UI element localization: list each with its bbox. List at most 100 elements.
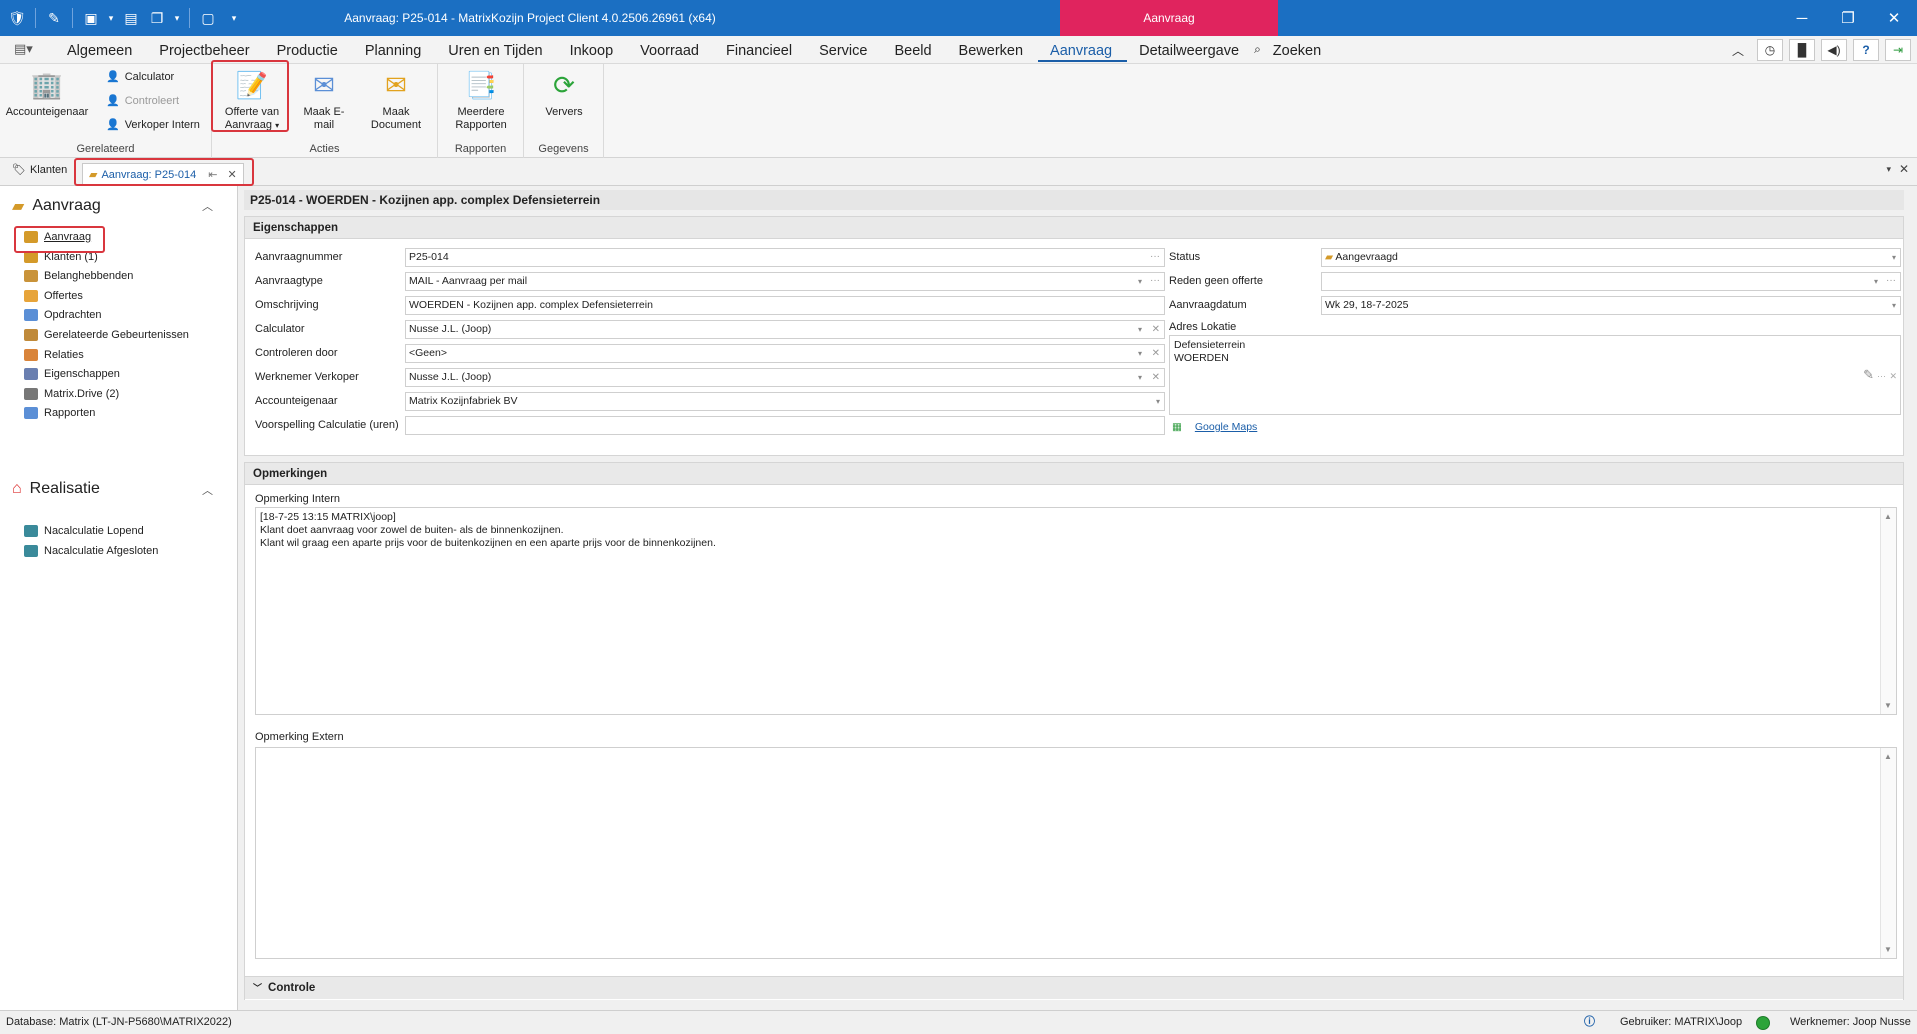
sidebar-item-belanghebbenden[interactable]: Belanghebbenden [24, 270, 133, 283]
aanvraagdatum-picker[interactable]: Wk 29, 18-7-2025 ▾ [1321, 296, 1901, 315]
highlight-sidebar-aanvraag [14, 226, 105, 253]
chart-icon[interactable]: ▐▌ [1789, 39, 1815, 61]
google-maps-link[interactable]: Google Maps [1195, 421, 1257, 433]
group-acties: 📝 Offerte van Aanvraag ▾ ✉ Maak E-mail ✉… [211, 60, 438, 158]
clear-icon[interactable]: ✕ [1152, 321, 1160, 338]
clear-icon[interactable]: ✕ [1889, 370, 1897, 383]
scroll-up-icon[interactable]: ▲ [1884, 510, 1892, 523]
ellipsis-icon[interactable]: ··· [1886, 272, 1896, 289]
chevron-down-icon[interactable]: ▾ [1138, 321, 1142, 338]
menu-tab-algemeen[interactable]: Algemeen [55, 42, 147, 62]
menu-tab-beeld[interactable]: Beeld [882, 42, 946, 62]
maak-document-button[interactable]: ✉ Maak Document [356, 68, 436, 132]
maak-email-button[interactable]: ✉ Maak E-mail [294, 68, 354, 132]
sidebar-section-aanvraag[interactable]: ▰ Aanvraag ︿ [12, 196, 232, 216]
menu-tab-uren-en-tijden[interactable]: Uren en Tijden [436, 42, 557, 62]
accounteigenaar-select[interactable]: Matrix Kozijnfabriek BV ▾ [405, 392, 1165, 411]
voorspelling-field[interactable] [405, 416, 1165, 435]
vertical-scrollbar[interactable]: ▲ ▼ [1880, 748, 1896, 958]
close-icon[interactable]: ✕ [1871, 0, 1917, 36]
sidebar-item-icon [24, 270, 38, 283]
speaker-icon[interactable]: ◀) [1821, 39, 1847, 61]
tab-klanten[interactable]: 🏷 Klanten [12, 163, 67, 177]
sidebar-item-nacalculatie-lopend[interactable]: Nacalculatie Lopend [24, 525, 144, 537]
calculator-select[interactable]: Nusse J.L. (Joop) ▾ ✕ [405, 320, 1165, 339]
reden-geen-offerte-select[interactable]: ▾ ··· [1321, 272, 1901, 291]
chevron-down-icon[interactable]: ▾ [1892, 249, 1896, 266]
chevron-up-icon[interactable]: ︿ [202, 482, 213, 498]
menu-tab-planning[interactable]: Planning [353, 42, 436, 62]
menu-tab-bewerken[interactable]: Bewerken [947, 42, 1038, 62]
ellipsis-icon[interactable]: ··· [1150, 272, 1160, 289]
aanvraagnummer-field[interactable]: P25-014 ··· [405, 248, 1165, 267]
menu-tab-service[interactable]: Service [807, 42, 882, 62]
google-maps-row: ▦ Google Maps [1169, 419, 1901, 441]
main-content: P25-014 - WOERDEN - Kozijnen app. comple… [240, 186, 1917, 1010]
menu-tab-detailweergave[interactable]: Detailweergave [1127, 42, 1254, 62]
menu-tab-voorraad[interactable]: Voorraad [628, 42, 714, 62]
sidebar-section-realisatie[interactable]: ⌂ Realisatie ︿ [12, 480, 232, 498]
collapse-ribbon-icon[interactable]: ︿ [1725, 39, 1751, 61]
sidebar-item-relaties[interactable]: Relaties [24, 348, 84, 361]
controle-section[interactable]: ﹀ Controle [244, 976, 1904, 1000]
clear-icon[interactable]: ✕ [1152, 369, 1160, 386]
menu-tab-inkoop[interactable]: Inkoop [558, 42, 629, 62]
accounteigenaar-button[interactable]: 🏢 Accounteigenaar [4, 68, 90, 119]
context-tab-header: Aanvraag [1060, 0, 1278, 36]
chevron-down-icon[interactable]: ▾ [1138, 369, 1142, 386]
label-voorspelling: Voorspelling Calculatie (uren) [255, 419, 399, 431]
adres-lokatie-memo[interactable]: Defensieterrein WOERDEN ✎ ··· ✕ [1169, 335, 1901, 415]
vertical-scrollbar[interactable]: ▲ ▼ [1880, 508, 1896, 714]
opmerking-extern-memo[interactable]: ▲ ▼ [255, 747, 1897, 959]
ellipsis-icon[interactable]: ··· [1877, 370, 1886, 383]
ververs-button[interactable]: ⟳ Ververs [532, 68, 596, 119]
scroll-down-icon[interactable]: ▼ [1884, 699, 1892, 712]
person-icon: 👤 [106, 95, 120, 107]
sidebar-item-rapporten[interactable]: Rapporten [24, 407, 95, 420]
scroll-up-icon[interactable]: ▲ [1884, 750, 1892, 763]
chevron-down-icon[interactable]: ▾ [1138, 345, 1142, 362]
section-header[interactable]: ﹀ Controle [245, 977, 1903, 999]
werknemer-verkoper-select[interactable]: Nusse J.L. (Joop) ▾ ✕ [405, 368, 1165, 387]
sidebar-item-offertes[interactable]: Offertes [24, 289, 83, 302]
menu-tab-productie[interactable]: Productie [265, 42, 353, 62]
clear-icon[interactable]: ✕ [1152, 345, 1160, 362]
scroll-down-icon[interactable]: ▼ [1884, 943, 1892, 956]
controleren-door-select[interactable]: <Geen> ▾ ✕ [405, 344, 1165, 363]
close-all-icon[interactable]: ✕ [1899, 162, 1909, 176]
help-icon[interactable]: ? [1853, 39, 1879, 61]
chevron-down-icon[interactable]: ▾ [1874, 273, 1878, 290]
menu-tab-zoeken[interactable]: Zoeken [1261, 42, 1336, 62]
opmerking-intern-memo[interactable]: [18-7-25 13:15 MATRIX\joop] Klant doet a… [255, 507, 1897, 715]
restore-icon[interactable]: ❐ [1825, 0, 1871, 36]
menu-tab-aanvraag[interactable]: Aanvraag [1038, 42, 1128, 62]
menu-tab-financieel[interactable]: Financieel [714, 42, 807, 62]
app-menu-icon[interactable]: ▤▾ [14, 41, 33, 57]
menu-tab-projectbeheer[interactable]: Projectbeheer [147, 42, 264, 62]
controleert-button[interactable]: 👤 Controleert [106, 94, 179, 108]
status-select[interactable]: ▰ Aangevraagd ▾ [1321, 248, 1901, 267]
aanvraagtype-select[interactable]: MAIL - Aanvraag per mail ▾ ··· [405, 272, 1165, 291]
calculator-button[interactable]: 👤 Calculator [106, 70, 174, 84]
sidebar-item-gerelateerde-gebeurtenissen[interactable]: Gerelateerde Gebeurtenissen [24, 329, 189, 341]
verkoper-intern-button[interactable]: 👤 Verkoper Intern [106, 118, 200, 132]
exit-icon[interactable]: ⇥ [1885, 39, 1911, 61]
minimize-icon[interactable]: ─ [1779, 0, 1825, 36]
section-header: Eigenschappen [245, 217, 1903, 239]
meerdere-rapporten-button[interactable]: 📑 Meerdere Rapporten [442, 68, 520, 132]
sidebar-item-matrix-drive-2[interactable]: Matrix.Drive (2) [24, 387, 119, 400]
sidebar-item-nacalculatie-afgesloten[interactable]: Nacalculatie Afgesloten [24, 544, 158, 557]
edit-pencil-icon[interactable]: ✎ [1863, 368, 1874, 381]
omschrijving-field[interactable]: WOERDEN - Kozijnen app. complex Defensie… [405, 296, 1165, 315]
chevron-down-icon[interactable]: ▾ [1156, 393, 1160, 410]
folder-icon: ▰ [12, 198, 25, 215]
info-icon[interactable]: ⓘ [1584, 1011, 1595, 1033]
chevron-up-icon[interactable]: ︿ [202, 198, 213, 214]
ellipsis-icon[interactable]: ··· [1150, 248, 1160, 265]
clock-icon[interactable]: ◷ [1757, 39, 1783, 61]
tab-list-icon[interactable]: ▾ [1886, 164, 1891, 175]
sidebar-item-opdrachten[interactable]: Opdrachten [24, 309, 101, 322]
chevron-down-icon[interactable]: ▾ [1138, 273, 1142, 290]
chevron-down-icon[interactable]: ▾ [1892, 297, 1896, 314]
sidebar-item-eigenschappen[interactable]: Eigenschappen [24, 368, 120, 381]
